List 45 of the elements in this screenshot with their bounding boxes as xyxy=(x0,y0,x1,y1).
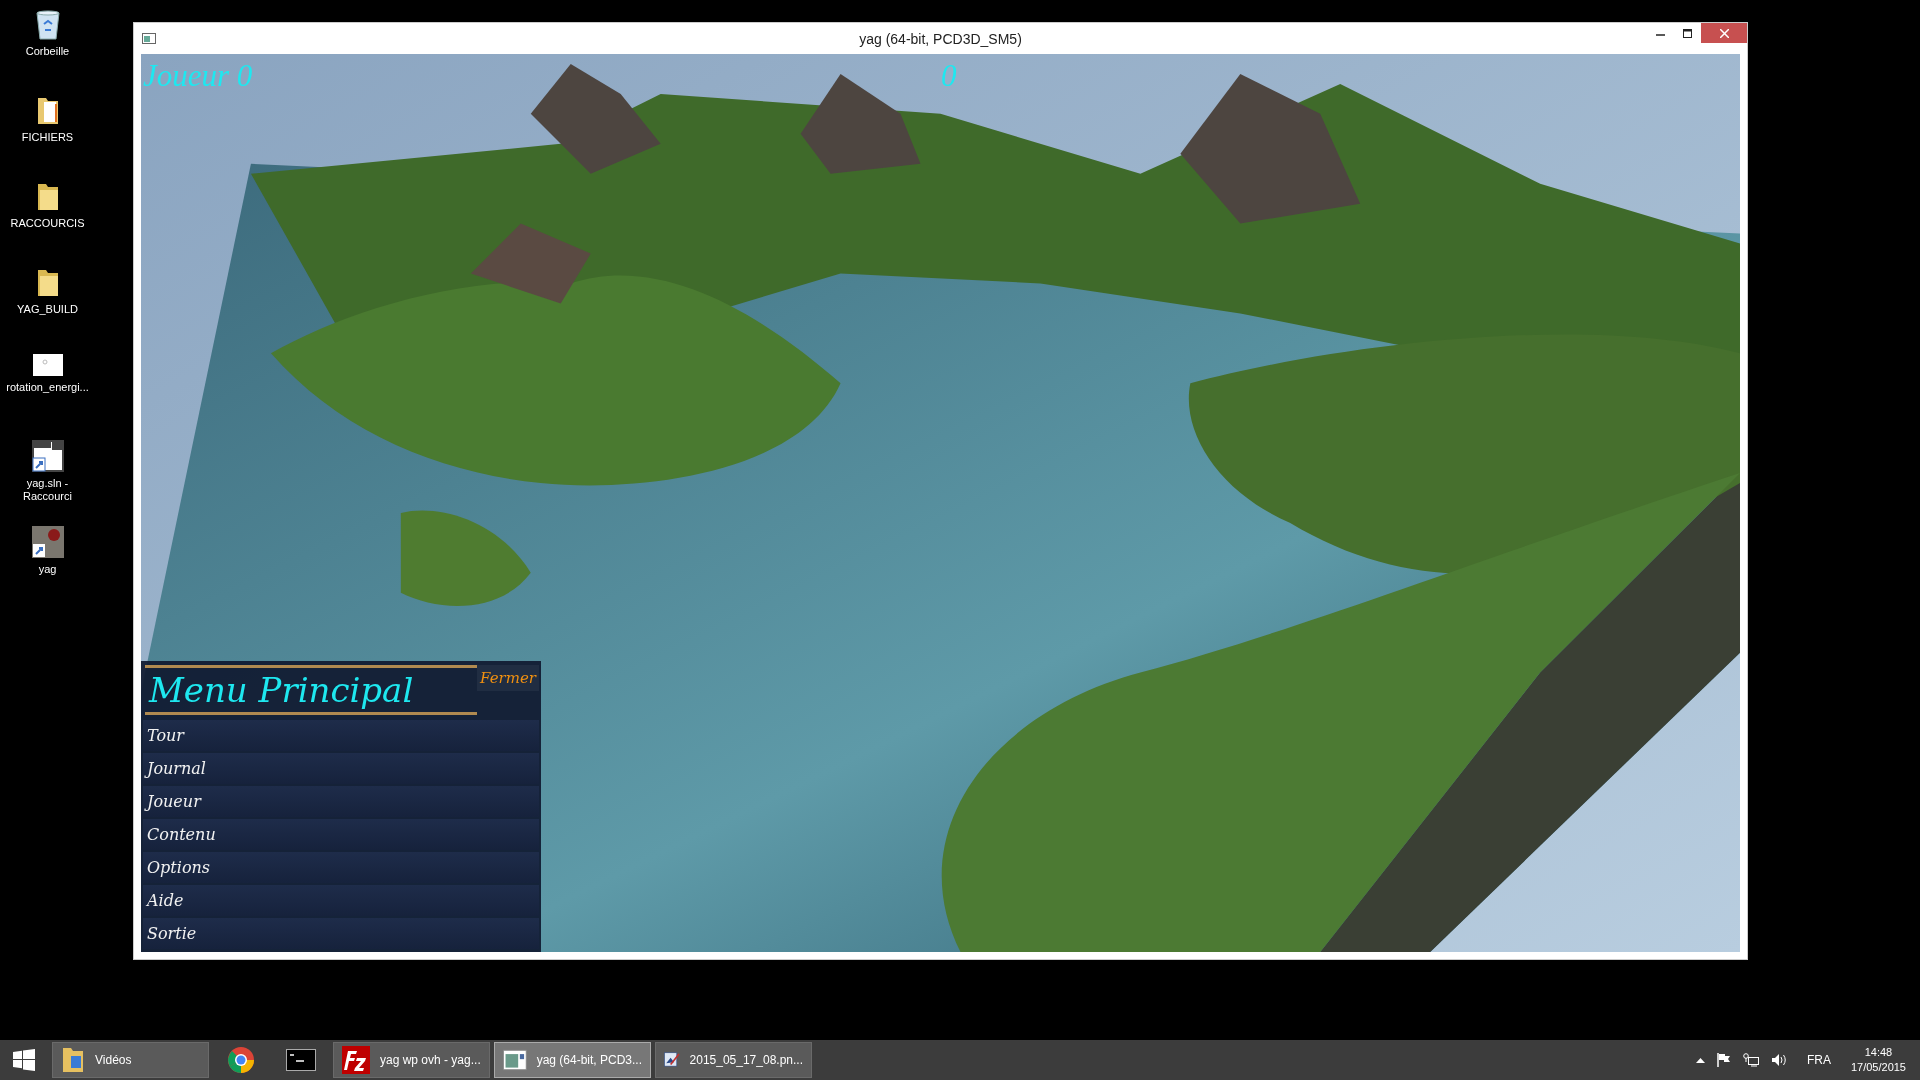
folder-icon[interactable] xyxy=(35,268,60,298)
speaker-icon[interactable] xyxy=(1770,1053,1787,1067)
window-app-icon xyxy=(503,1048,527,1072)
player-name: Joueur 0 xyxy=(143,58,254,94)
close-menu-button[interactable]: Fermer xyxy=(477,665,539,691)
taskbar-button[interactable]: 2015_05_17_08.pn... xyxy=(655,1042,812,1078)
desktop-icon-label[interactable]: yag xyxy=(38,563,57,576)
menu-item[interactable]: Joueur xyxy=(143,786,539,817)
desktop-icon-label[interactable]: FICHIERS xyxy=(21,131,74,144)
desktop-icon-label[interactable]: RACCOURCIS xyxy=(10,217,85,230)
folder-icon[interactable] xyxy=(35,96,60,126)
ftp-app-icon xyxy=(342,1046,370,1074)
taskbar-button[interactable]: Vidéos xyxy=(52,1042,209,1078)
desktop-icon-label[interactable]: Corbeille xyxy=(25,45,70,58)
flag-icon[interactable] xyxy=(1716,1053,1731,1067)
folder-icon xyxy=(61,1046,85,1074)
clock[interactable]: 14:48 17/05/2015 xyxy=(1842,1045,1906,1075)
input-language[interactable]: FRA xyxy=(1806,1053,1831,1067)
image-file-icon[interactable] xyxy=(32,354,63,376)
desktop-icon-label[interactable]: yag.sln - Raccourci xyxy=(23,477,72,503)
maximize-icon xyxy=(1683,28,1692,38)
terminal-icon xyxy=(286,1049,316,1071)
score-value: 0 xyxy=(941,58,958,94)
shortcut-file-icon[interactable] xyxy=(31,440,64,472)
show-hidden-icons-icon[interactable] xyxy=(1695,1057,1705,1063)
menu-item[interactable]: Contenu xyxy=(143,819,539,850)
menu-item[interactable]: Journal xyxy=(143,753,539,784)
windows-logo-icon xyxy=(13,1049,35,1071)
shortcut-app-icon[interactable] xyxy=(31,526,64,558)
menu-item[interactable]: Aide xyxy=(143,885,539,916)
menu-title: Menu Principal xyxy=(145,665,477,715)
desktop-icon-label[interactable]: rotation_energi... xyxy=(6,381,89,394)
chrome-like-icon xyxy=(227,1046,255,1074)
window-app-icon xyxy=(142,33,156,44)
window-title: yag (64-bit, PCD3D_SM5) xyxy=(859,30,1022,47)
folder-icon[interactable] xyxy=(35,182,60,212)
menu-item[interactable]: Tour xyxy=(143,720,539,751)
menu-item[interactable]: Sortie xyxy=(143,918,539,949)
taskbar-button[interactable]: yag (64-bit, PCD3... xyxy=(494,1042,651,1078)
recycle-bin-icon[interactable] xyxy=(34,10,61,40)
menu-item[interactable]: Options xyxy=(143,852,539,883)
network-icon[interactable] xyxy=(1742,1053,1759,1067)
desktop-icon-label[interactable]: YAG_BUILD xyxy=(17,303,78,316)
close-icon xyxy=(1719,28,1729,38)
taskbar-button[interactable]: yag wp ovh - yag... xyxy=(333,1042,490,1078)
